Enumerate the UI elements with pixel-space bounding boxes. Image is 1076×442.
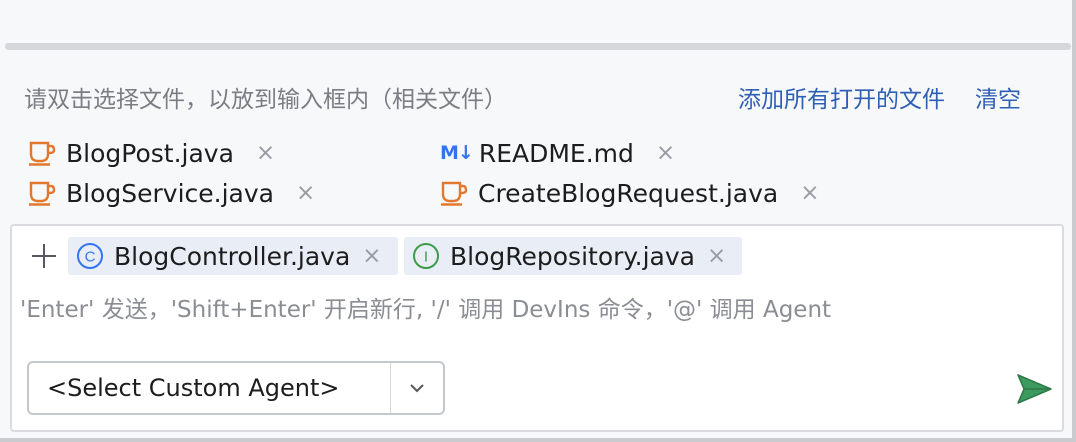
related-file-item[interactable]: CreateBlogRequest.java ×	[440, 176, 820, 210]
related-file-item[interactable]: BlogService.java ×	[28, 176, 315, 210]
chevron-down-icon[interactable]	[391, 382, 443, 394]
remove-chip-close-icon[interactable]: ×	[707, 243, 726, 269]
related-file-item[interactable]: M↓ README.md ×	[440, 136, 675, 170]
remove-file-close-icon[interactable]: ×	[256, 140, 275, 166]
context-chip-name: BlogController.java	[114, 241, 351, 271]
context-chip[interactable]: C BlogController.java ×	[68, 237, 398, 275]
markdown-icon: M↓	[440, 142, 474, 164]
input-placeholder: 'Enter' 发送，'Shift+Enter' 开启新行, '/' 调用 De…	[20, 297, 832, 323]
java-coffee-icon	[28, 140, 60, 166]
context-chip-name: BlogRepository.java	[450, 241, 695, 271]
remove-file-close-icon[interactable]: ×	[296, 180, 315, 206]
custom-agent-select[interactable]: <Select Custom Agent>	[27, 361, 445, 415]
clear-link[interactable]: 清空	[975, 80, 1021, 114]
related-file-name: CreateBlogRequest.java	[478, 178, 779, 208]
add-all-open-files-link[interactable]: 添加所有打开的文件	[738, 80, 945, 114]
add-context-button[interactable]	[26, 238, 62, 274]
interface-icon: I	[412, 242, 440, 270]
remove-chip-close-icon[interactable]: ×	[362, 243, 381, 269]
send-icon	[1017, 374, 1052, 404]
send-button[interactable]	[1014, 369, 1054, 409]
related-file-name: BlogService.java	[66, 178, 274, 208]
related-file-name: BlogPost.java	[66, 138, 234, 168]
related-file-item[interactable]: BlogPost.java ×	[28, 136, 275, 170]
remove-file-close-icon[interactable]: ×	[656, 140, 675, 166]
window-border-bottom	[0, 438, 1076, 442]
java-coffee-icon	[28, 180, 60, 206]
panel-splitter[interactable]	[5, 43, 1071, 50]
remove-file-close-icon[interactable]: ×	[800, 180, 819, 206]
svg-text:I: I	[424, 249, 428, 266]
context-chip[interactable]: I BlogRepository.java ×	[404, 237, 742, 275]
custom-agent-select-value: <Select Custom Agent>	[47, 374, 340, 402]
window-border-right	[1072, 0, 1076, 442]
related-files-hint: 请双击选择文件，以放到输入框内（相关文件）	[24, 87, 507, 113]
related-file-name: README.md	[478, 138, 634, 168]
class-icon: C	[76, 242, 104, 270]
java-coffee-icon	[440, 180, 472, 206]
svg-text:C: C	[85, 249, 96, 266]
plus-icon	[32, 244, 56, 268]
